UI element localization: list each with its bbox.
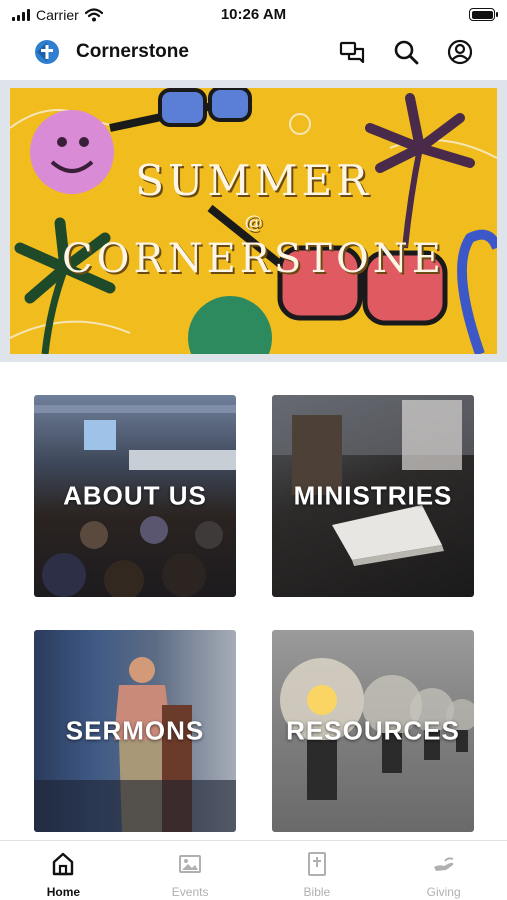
tile-about-us[interactable]: ABOUT US (34, 395, 236, 597)
nav-giving[interactable]: Giving (380, 841, 507, 900)
profile-icon[interactable] (446, 38, 474, 66)
image-icon (179, 855, 202, 873)
chat-icon[interactable] (338, 38, 366, 66)
tile-label: SERMONS (65, 715, 205, 746)
hero-banner[interactable]: SUMMER @ CORNERSTONE (0, 80, 507, 362)
logo-icon (35, 40, 59, 64)
search-icon[interactable] (392, 38, 420, 66)
battery-icon (469, 8, 498, 21)
status-bar: Carrier 10:26 AM (0, 0, 507, 30)
nav-giving-label: Giving (426, 885, 461, 899)
tile-ministries[interactable]: MINISTRIES (272, 395, 474, 597)
hero-title-at: @ (244, 212, 263, 233)
status-time: 10:26 AM (220, 6, 287, 23)
bottom-nav: Home Events Bible Giving (0, 840, 507, 900)
home-icon (53, 852, 74, 876)
tile-label: RESOURCES (286, 715, 460, 746)
giving-hand-icon (433, 857, 453, 871)
nav-home-label: Home (46, 885, 81, 899)
tile-label: ABOUT US (63, 480, 207, 511)
app-header: Cornerstone (0, 30, 507, 76)
nav-events[interactable]: Events (127, 841, 254, 900)
nav-home[interactable]: Home (0, 841, 127, 900)
tile-sermons[interactable]: SERMONS (34, 630, 236, 832)
hero-title-line2: CORNERSTONE (62, 236, 445, 282)
nav-events-label: Events (171, 885, 209, 899)
hero-title-line1: SUMMER (135, 156, 372, 205)
app-title: Cornerstone (76, 41, 189, 62)
nav-bible[interactable]: Bible (254, 841, 381, 900)
tile-resources[interactable]: RESOURCES (272, 630, 474, 832)
nav-bible-label: Bible (303, 885, 331, 899)
bible-icon (307, 852, 326, 876)
hero-artwork: SUMMER @ CORNERSTONE (10, 88, 497, 354)
tile-label: MINISTRIES (293, 480, 453, 511)
